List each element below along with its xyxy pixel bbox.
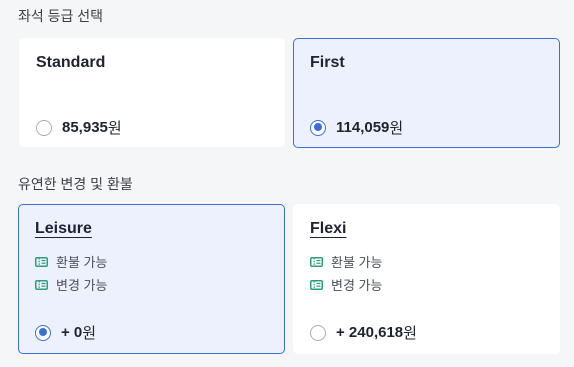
radio-button-selected[interactable] [35,324,51,341]
feature-refund: 환불 가능 [35,252,107,271]
ticket-icon [310,279,323,290]
radio-button-selected[interactable] [310,119,326,136]
feature-label: 변경 가능 [331,278,383,293]
seat-class-section-title: 좌석 등급 선택 [18,8,104,24]
fare-option-price: + 0 [61,324,83,341]
radio-button[interactable] [310,324,326,341]
fare-option-flexi[interactable]: Flexi 환불 가능 변경 가능 + 240,618 원 [293,204,560,354]
seat-option-price-row[interactable]: 85,935 원 [36,117,122,138]
fare-option-price-row[interactable]: + 0원 [35,322,96,343]
feature-change: 변경 가능 [310,275,382,294]
feature-refund: 환불 가능 [310,252,382,271]
seat-option-standard[interactable]: Standard 85,935 원 [19,38,285,147]
currency-unit: 원 [389,120,404,137]
seat-option-name: First [310,54,345,71]
fare-option-leisure[interactable]: Leisure 환불 가능 변경 가능 + 0원 [18,204,285,354]
feature-change: 변경 가능 [35,275,107,294]
currency-unit: 원 [107,120,122,137]
flex-section-title: 유연한 변경 및 환불 [18,176,133,192]
ticket-icon [35,256,48,267]
currency-unit: 원 [82,325,97,342]
currency-unit: 원 [403,325,417,342]
fare-option-name: Leisure [35,220,92,237]
ticket-icon [35,279,48,290]
ticket-icon [310,256,323,267]
seat-option-price: 85,935 [62,119,108,136]
seat-option-price-row[interactable]: 114,059 원 [310,117,403,138]
fare-option-price-row[interactable]: + 240,618 원 [310,322,417,343]
feature-label: 환불 가능 [331,255,383,270]
fare-option-name: Flexi [310,220,347,237]
seat-option-price: 114,059 [336,119,390,136]
feature-label: 환불 가능 [56,255,108,270]
seat-option-name: Standard [36,54,106,71]
fare-option-price: + 240,618 [336,324,404,341]
feature-label: 변경 가능 [56,278,108,293]
seat-option-first[interactable]: First 114,059 원 [293,38,560,148]
radio-button[interactable] [36,119,52,136]
